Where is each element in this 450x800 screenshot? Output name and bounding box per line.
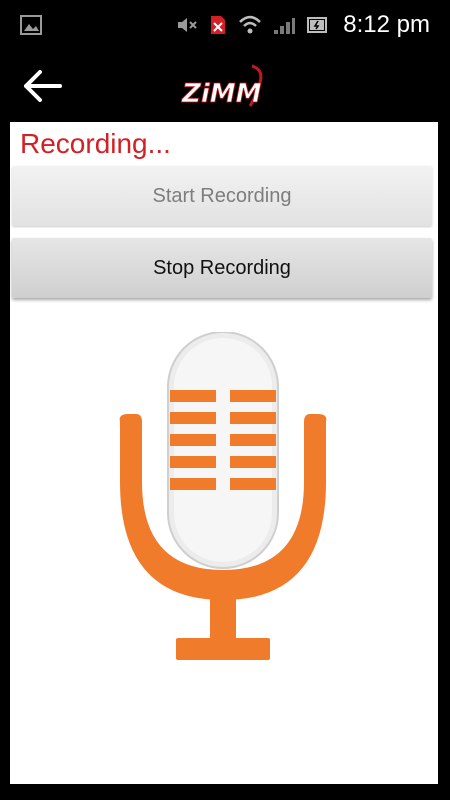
mute-icon [178,18,197,32]
zimm-logo: ZiMM [181,64,263,109]
svg-text:ZiMM: ZiMM [181,79,262,109]
wifi-icon [239,15,261,34]
bottom-strip [0,784,450,800]
microphone-icon [119,332,327,660]
status-bar: 8:12 pm [0,0,450,50]
clock: 8:12 pm [343,11,430,38]
app-bar: ZiMM [0,50,450,122]
recording-status: Recording... [20,128,171,159]
gallery-icon [20,15,42,35]
start-recording-button[interactable]: Start Recording [12,166,432,226]
stop-recording-button[interactable]: Stop Recording [12,238,432,298]
battery-icon [307,17,327,33]
sim-icon [211,16,225,34]
status-icons [176,14,330,36]
recording-panel: Recording... Start Recording Stop Record… [10,122,438,784]
signal-icon [274,18,295,34]
back-arrow-icon[interactable] [20,64,64,108]
